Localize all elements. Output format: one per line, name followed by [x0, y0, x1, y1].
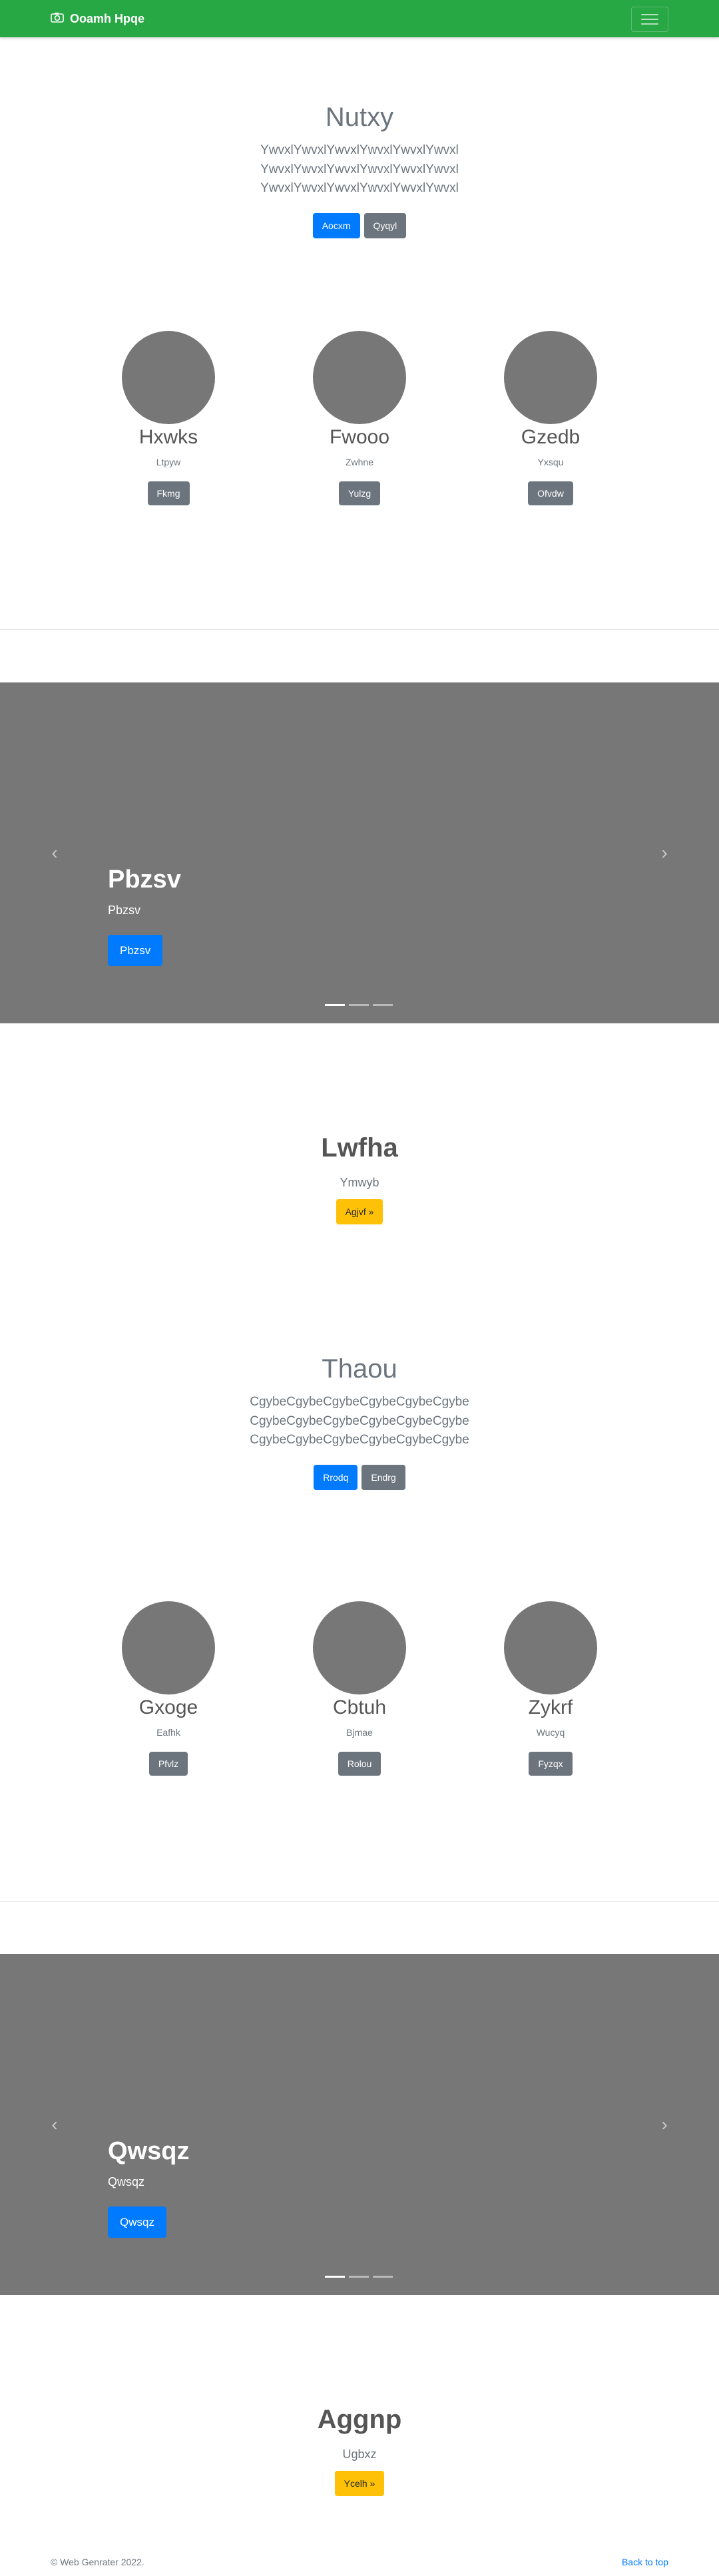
carousel-subtitle: Qwsqz: [108, 2175, 145, 2189]
cta-text: Ugbxz: [342, 2447, 377, 2461]
member-role: Eafhk: [156, 1727, 180, 1738]
hero-section: Thaou CgybeCgybeCgybeCgybeCgybeCgybe Cgy…: [0, 1353, 719, 1490]
carousel-indicator[interactable]: [349, 1004, 369, 1006]
carousel-indicators: [325, 2276, 393, 2278]
member-button[interactable]: Fkmg: [147, 481, 190, 505]
carousel-next-icon[interactable]: ›: [658, 844, 671, 862]
carousel-caption: Pbzsv Pbzsv Pbzsv: [108, 866, 181, 966]
brand-name: Ooamh Hpqe: [70, 11, 145, 25]
cta-section: Aggnp Ugbxz Ycelh »: [0, 2404, 719, 2496]
member-avatar: [313, 1601, 406, 1694]
cta-text: Ymwyb: [340, 1176, 379, 1189]
member-avatar: [504, 1601, 597, 1694]
hero-text: CgybeCgybeCgybeCgybeCgybeCgybe CgybeCgyb…: [250, 1395, 469, 1447]
member-button[interactable]: Rolou: [338, 1752, 381, 1776]
carousel-title: Pbzsv: [108, 866, 181, 894]
member-avatar: [504, 331, 597, 424]
member-role: Zwhne: [345, 457, 374, 467]
back-to-top-link[interactable]: Back to top: [622, 2557, 668, 2567]
carousel-subtitle: Pbzsv: [108, 903, 141, 917]
cta-title: Aggnp: [317, 2405, 402, 2434]
member-button[interactable]: Ofvdw: [528, 481, 573, 505]
carousel-title: Qwsqz: [108, 2137, 190, 2165]
hero-title: Thaou: [322, 1354, 397, 1384]
hero-title: Nutxy: [325, 103, 394, 132]
hero-primary-button[interactable]: Rrodq: [314, 1464, 358, 1490]
hero-secondary-button[interactable]: Qyqyl: [363, 212, 407, 238]
carousel-prev-icon[interactable]: ‹: [48, 2115, 61, 2134]
brand-link[interactable]: Ooamh Hpqe: [51, 0, 144, 37]
carousel-indicator[interactable]: [373, 2276, 393, 2278]
carousel-button[interactable]: Pbzsv: [108, 935, 163, 966]
divider: [0, 629, 719, 630]
member-name: Hxwks: [138, 426, 198, 448]
carousel-indicators: [325, 1004, 393, 1006]
navbar: Ooamh Hpqe: [0, 0, 719, 37]
hero-text: YwvxlYwvxlYwvxlYwvxlYwvxlYwvxl YwvxlYwvx…: [260, 143, 459, 195]
hero-secondary-button[interactable]: Endrg: [361, 1464, 405, 1490]
footer: © Web Genrater 2022. Back to top: [0, 2557, 719, 2574]
member-name: Fwooo: [329, 426, 390, 448]
member-avatar: [313, 331, 406, 424]
carousel-button[interactable]: Qwsqz: [108, 2206, 166, 2238]
member-avatar: [122, 1601, 215, 1694]
member-button[interactable]: Fyzqx: [529, 1752, 573, 1776]
carousel-indicator[interactable]: [349, 2276, 369, 2278]
carousel-indicator[interactable]: [325, 2276, 345, 2278]
member-name: Gzedb: [521, 426, 581, 448]
member-role: Wucyq: [536, 1727, 565, 1738]
member-button[interactable]: Yulzg: [338, 481, 381, 505]
hamburger-icon: [641, 14, 658, 15]
cta-button[interactable]: Agjvf »: [336, 1199, 383, 1224]
carousel-indicator[interactable]: [373, 1004, 393, 1006]
hero-primary-button[interactable]: Aocxm: [312, 212, 360, 238]
member-avatar: [122, 331, 215, 424]
cta-button[interactable]: Ycelh »: [334, 2471, 385, 2496]
carousel-prev-icon[interactable]: ‹: [48, 844, 61, 862]
hero-section: Nutxy YwvxlYwvxlYwvxlYwvxlYwvxlYwvxl Ywv…: [0, 101, 719, 238]
carousel: ‹ › Pbzsv Pbzsv Pbzsv: [0, 682, 719, 1023]
member-name: Gxoge: [138, 1696, 198, 1718]
cta-title: Lwfha: [321, 1133, 398, 1162]
member-role: Ltpyw: [156, 457, 181, 467]
carousel-indicator[interactable]: [325, 1004, 345, 1006]
member-role: Yxsqu: [537, 457, 564, 467]
camera-icon: [51, 12, 64, 26]
carousel-caption: Qwsqz Qwsqz Qwsqz: [108, 2137, 189, 2238]
navbar-toggler[interactable]: [631, 7, 668, 32]
footer-copyright: © Web Genrater 2022.: [51, 2557, 144, 2567]
cta-section: Lwfha Ymwyb Agjvf »: [0, 1132, 719, 1224]
member-role: Bjmae: [346, 1727, 373, 1738]
member-name: Cbtuh: [332, 1696, 387, 1718]
carousel: ‹ › Qwsqz Qwsqz Qwsqz: [0, 1954, 719, 2295]
member-name: Zykrf: [528, 1696, 573, 1718]
carousel-next-icon[interactable]: ›: [658, 2115, 671, 2134]
member-button[interactable]: Pfvlz: [148, 1752, 188, 1776]
divider: [0, 1901, 719, 1902]
